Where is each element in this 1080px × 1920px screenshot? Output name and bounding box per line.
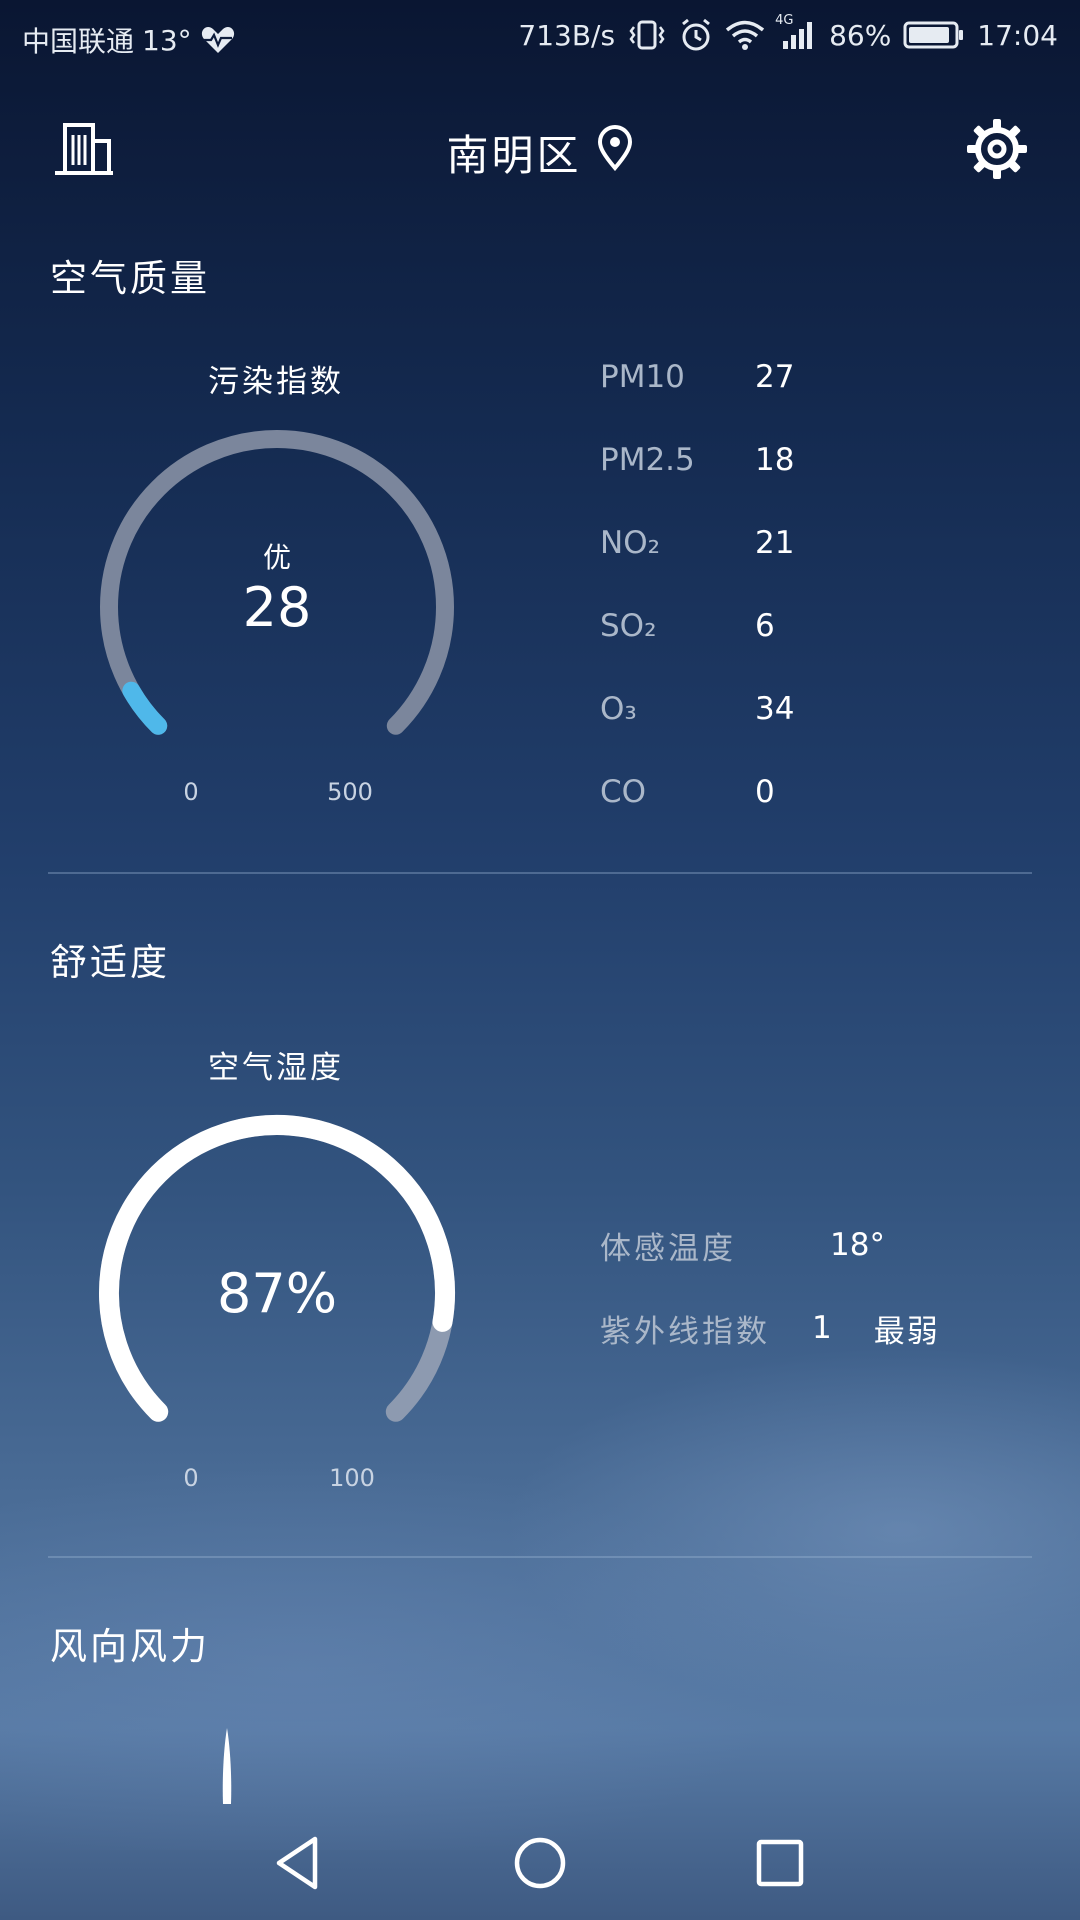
pollutant-value: 6 — [755, 608, 775, 644]
app-header: 南明区 — [0, 100, 1080, 200]
uv-index-label: 紫外线指数 — [600, 1313, 770, 1350]
nav-back-button[interactable] — [263, 1830, 333, 1900]
pollutant-name: PM2.5 — [600, 442, 695, 478]
back-triangle-icon — [273, 1835, 323, 1895]
pollutant-value: 18 — [755, 442, 795, 478]
network-type: 4G — [775, 13, 794, 28]
windmill-blade-icon — [222, 1728, 232, 1804]
pollutant-value: 0 — [755, 774, 775, 810]
aqi-min-label: 0 — [183, 778, 199, 806]
section-divider — [48, 1556, 1032, 1558]
pollutant-name: PM10 — [600, 359, 685, 395]
network-speed: 713B/s — [518, 18, 616, 52]
system-nav-bar — [0, 1810, 1080, 1920]
vibrate-icon — [627, 19, 667, 51]
humidity-label: 空气湿度 — [208, 1050, 344, 1086]
uv-index-row: 紫外线指数 1 最弱 — [600, 1303, 940, 1353]
feels-like-row: 体感温度 18° — [600, 1220, 885, 1270]
home-circle-icon — [512, 1835, 568, 1895]
recents-square-icon — [755, 1838, 805, 1892]
aqi-max-label: 500 — [327, 778, 373, 806]
location-selector[interactable]: 南明区 — [0, 122, 1080, 183]
feels-like-value: 18° — [830, 1227, 885, 1263]
location-name: 南明区 — [446, 131, 582, 180]
pollutant-row-o3: O₃ 34 — [600, 684, 1000, 734]
pollutant-name: SO₂ — [600, 608, 657, 644]
wind-title: 风向风力 — [50, 1625, 210, 1668]
pollution-index-label: 污染指数 — [208, 364, 344, 400]
location-pin-icon — [596, 124, 634, 181]
pollutant-value: 34 — [755, 691, 795, 727]
pollutant-name: NO₂ — [600, 525, 661, 561]
humidity-min-label: 0 — [183, 1464, 199, 1492]
gear-icon — [965, 117, 1029, 185]
signal-icon: 4G — [775, 13, 817, 51]
aqi-value: 28 — [242, 576, 312, 639]
uv-index-level: 最弱 — [873, 1313, 940, 1350]
pollutant-value: 27 — [755, 359, 795, 395]
pollutant-name: CO — [600, 774, 647, 810]
pollutant-row-no2: NO₂ 21 — [600, 518, 1000, 568]
nav-home-button[interactable] — [505, 1830, 575, 1900]
pollutant-row-pm25: PM2.5 18 — [600, 435, 1000, 485]
pollutant-row-co: CO 0 — [600, 767, 1000, 817]
humidity-value: 87% — [216, 1262, 338, 1325]
section-divider — [48, 872, 1032, 874]
alarm-icon — [679, 18, 713, 52]
clock-time: 17:04 — [977, 18, 1058, 52]
comfort-title: 舒适度 — [50, 941, 170, 984]
pollutant-name: O₃ — [600, 691, 637, 727]
nav-recents-button[interactable] — [745, 1830, 815, 1900]
battery-percent: 86% — [829, 18, 892, 52]
pollutant-value: 21 — [755, 525, 795, 561]
wifi-icon — [725, 19, 765, 51]
air-quality-title: 空气质量 — [50, 257, 210, 300]
status-temperature: 13° — [142, 23, 192, 57]
feels-like-label: 体感温度 — [600, 1230, 736, 1267]
aqi-gauge-fill — [122, 681, 168, 735]
status-bar: 中国联通 13° 713B/s 4G 86% 17:04 — [0, 0, 1080, 76]
heart-rate-icon — [200, 25, 236, 55]
aqi-grade: 优 — [262, 541, 291, 574]
battery-icon — [903, 20, 965, 50]
carrier-name: 中国联通 — [22, 25, 135, 58]
uv-index-value: 1 — [812, 1310, 832, 1346]
settings-button[interactable] — [962, 116, 1032, 186]
humidity-max-label: 100 — [329, 1464, 375, 1492]
pollutant-row-pm10: PM10 27 — [600, 352, 1000, 402]
pollutant-row-so2: SO₂ 6 — [600, 601, 1000, 651]
